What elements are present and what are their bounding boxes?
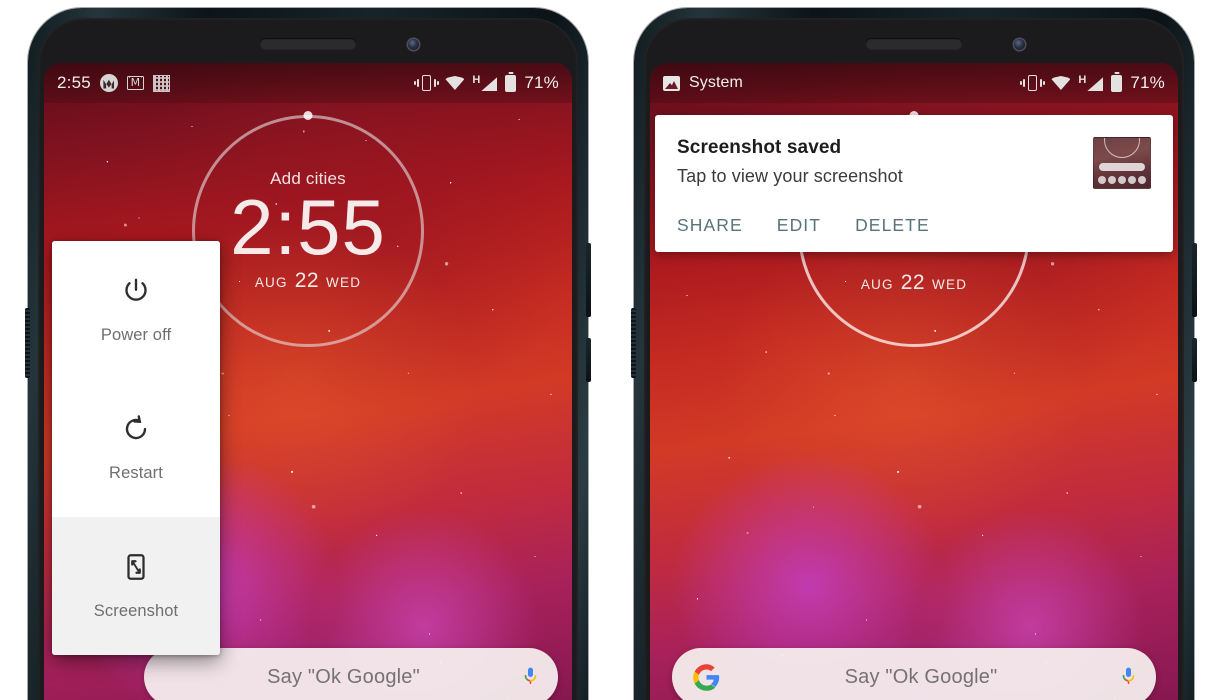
phone-screen-right: System H 71% AUG 22 WED Screenshot saved… — [650, 63, 1178, 700]
earpiece-speaker-right — [866, 38, 962, 49]
status-bar-right: System H 71% — [650, 63, 1178, 103]
battery-percent-label: 71% — [1130, 73, 1165, 92]
vibrate-icon — [1020, 75, 1046, 91]
vibrate-icon — [414, 75, 440, 91]
mic-icon[interactable] — [1121, 663, 1136, 691]
wifi-icon — [445, 76, 465, 90]
clock-widget-left[interactable]: Add cities 2:55 AUG 22 WED — [192, 111, 424, 347]
power-button-left-phone[interactable] — [586, 338, 591, 382]
battery-icon — [1111, 74, 1123, 92]
clock-day-label: 22 — [294, 269, 320, 293]
status-bar-left-group: 2:55 — [57, 73, 416, 93]
status-bar-app-label: System — [689, 74, 743, 91]
photo-icon — [663, 75, 680, 91]
battery-icon — [505, 74, 517, 92]
clock-date-row-right: AUG 22 WED — [861, 271, 967, 295]
clock-weekday-label: WED — [326, 275, 362, 291]
power-menu-item-power-off[interactable]: Power off — [52, 241, 220, 379]
power-button-right-phone[interactable] — [1192, 338, 1197, 382]
status-bar-right-group-left: H 71% — [414, 73, 559, 93]
wifi-icon — [1051, 76, 1071, 90]
motorola-icon — [99, 74, 118, 92]
clock-day-label: 22 — [900, 271, 926, 294]
google-search-bar-right[interactable]: Say "Ok Google" — [672, 648, 1156, 700]
phone-left: 2:55 H — [25, 8, 591, 700]
search-placeholder-right: Say "Ok Google" — [844, 665, 998, 688]
screenshot-canvas: 2:55 H — [0, 0, 1221, 700]
sim-tray-right-phone[interactable] — [631, 308, 636, 378]
power-icon — [121, 276, 151, 306]
sim-tray-left-phone[interactable] — [25, 308, 30, 378]
edit-button[interactable]: EDIT — [777, 215, 821, 236]
screenshot-saved-notification[interactable]: Screenshot saved Tap to view your screen… — [655, 115, 1173, 252]
status-bar-right-group-right: H 71% — [1020, 73, 1165, 93]
status-bar-left: 2:55 H — [44, 63, 572, 103]
search-placeholder-left: Say "Ok Google" — [267, 665, 420, 688]
power-menu-label-power-off: Power off — [100, 325, 172, 344]
clock-month-label: AUG — [860, 277, 894, 292]
front-camera-left — [407, 39, 419, 50]
share-button[interactable]: SHARE — [677, 215, 743, 236]
power-menu-item-restart[interactable]: Restart — [52, 379, 220, 517]
volume-button-left-phone[interactable] — [586, 243, 591, 317]
qr-icon — [152, 74, 170, 92]
earpiece-speaker-left — [260, 38, 356, 49]
signal-h-icon: H — [472, 75, 498, 91]
restart-icon — [121, 414, 151, 444]
clock-weekday-label: WED — [932, 277, 968, 292]
status-bar-left-group-right: System — [663, 74, 1022, 92]
phone-bezel-right: System H 71% AUG 22 WED Screenshot saved… — [644, 18, 1184, 700]
gmail-icon — [126, 76, 144, 90]
screenshot-thumbnail[interactable] — [1093, 137, 1151, 189]
phone-screen-left: 2:55 H — [44, 63, 572, 700]
notification-title: Screenshot saved — [677, 137, 842, 158]
clock-time-label: 2:55 — [230, 182, 386, 271]
status-bar-clock: 2:55 — [57, 73, 91, 92]
power-menu[interactable]: Power off Restart Screenshot — [52, 241, 220, 655]
power-menu-label-screenshot: Screenshot — [93, 601, 179, 620]
notification-text-block: Screenshot saved Tap to view your screen… — [677, 137, 1081, 187]
clock-date-row: AUG 22 WED — [255, 269, 361, 293]
google-search-bar-left[interactable]: Say "Ok Google" — [144, 648, 558, 700]
notification-actions: SHARE EDIT DELETE — [677, 215, 1151, 236]
volume-button-right-phone[interactable] — [1192, 243, 1197, 317]
clock-widget-content-left: Add cities 2:55 AUG 22 WED — [192, 115, 424, 347]
screenshot-icon — [121, 552, 151, 582]
clock-month-label: AUG — [254, 275, 288, 291]
power-menu-label-restart: Restart — [109, 463, 163, 482]
delete-button[interactable]: DELETE — [855, 215, 930, 236]
power-menu-item-screenshot[interactable]: Screenshot — [52, 517, 220, 655]
mic-icon[interactable] — [523, 663, 538, 691]
notification-body: Tap to view your screenshot — [677, 166, 903, 186]
notification-top-row: Screenshot saved Tap to view your screen… — [677, 137, 1151, 189]
front-camera-right — [1013, 39, 1025, 50]
signal-h-icon: H — [1078, 75, 1104, 91]
phone-bezel-left: 2:55 H — [38, 18, 578, 700]
phone-right: System H 71% AUG 22 WED Screenshot saved… — [631, 8, 1197, 700]
google-g-icon — [692, 663, 721, 692]
battery-percent-label: 71% — [524, 73, 559, 92]
